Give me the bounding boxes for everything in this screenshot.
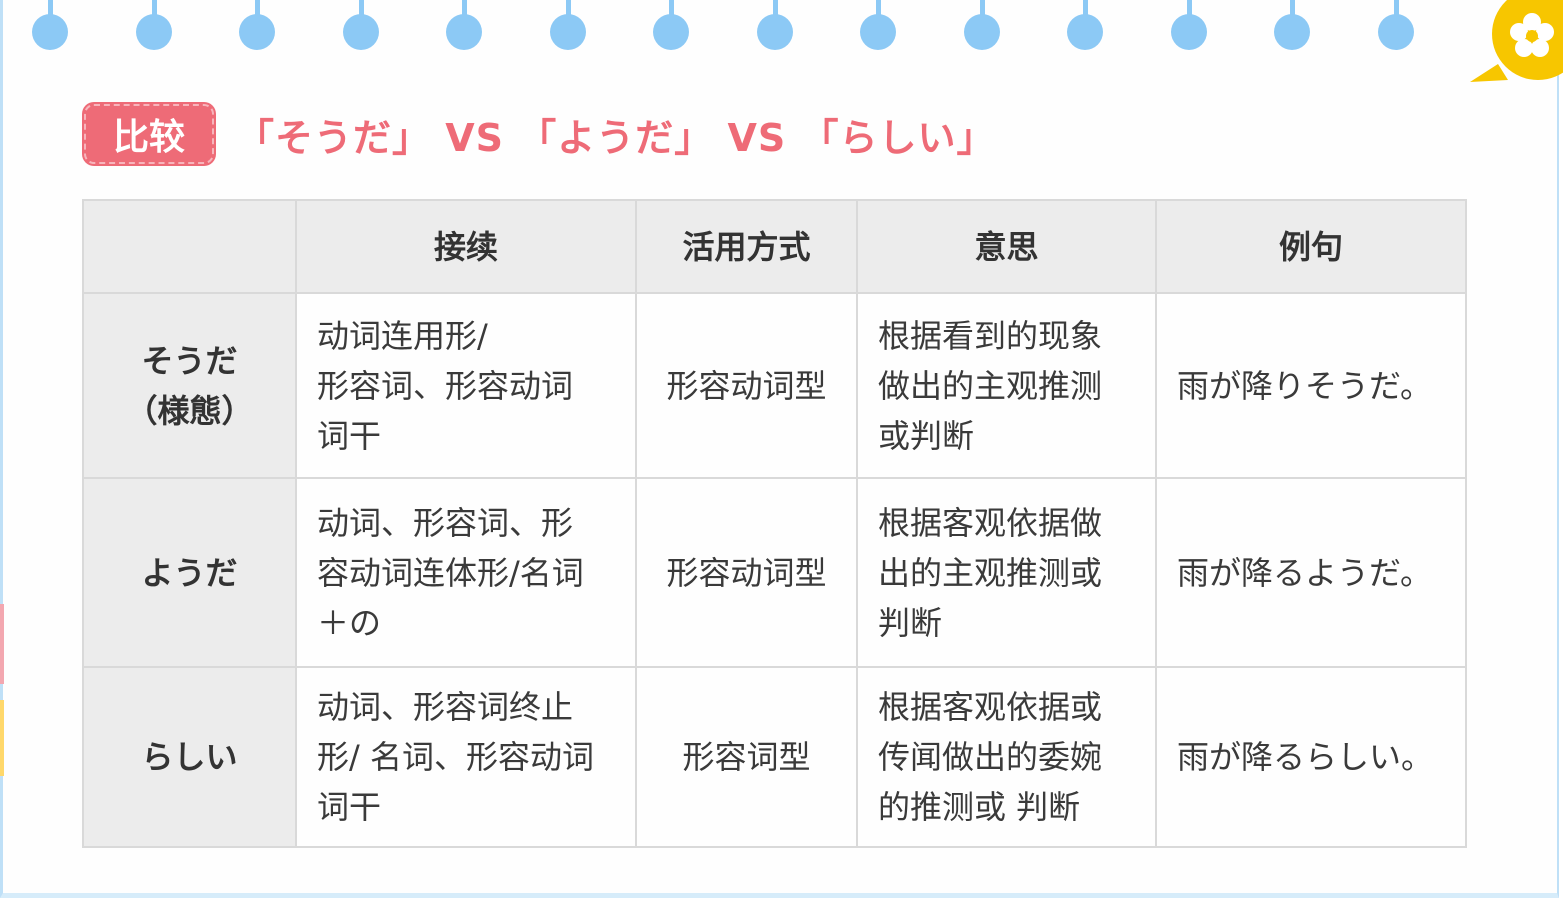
cell-meaning: 根据客观依据或 传闻做出的委婉 的推测或 判断 (856, 666, 1157, 848)
cell-meaning: 根据看到的现象 做出的主观推测 或判断 (856, 292, 1157, 479)
binder-ring-icon (550, 0, 586, 50)
binder-ring-icon (1378, 0, 1414, 50)
table-row: そうだ （様態） 动词连用形/ 形容词、形容动词 词干 形容动词型 根据看到的现… (82, 292, 1467, 479)
compare-tag: 比较 (84, 104, 214, 164)
header-connect: 接续 (295, 199, 637, 294)
header-conjugation: 活用方式 (635, 199, 858, 294)
binder-ring-icon (653, 0, 689, 50)
flower-badge-icon (1470, 0, 1563, 82)
section-title: 比较 「そうだ」 VS 「ようだ」 VS 「らしい」 (84, 102, 995, 166)
cell-example: 雨が降るようだ。 (1155, 477, 1467, 668)
edge-mark-yellow (0, 700, 4, 776)
edge-mark-pink (0, 604, 4, 684)
binder-ring-icon (757, 0, 793, 50)
cell-connect: 动词、形容词终止 形/ 名词、形容动词 词干 (295, 666, 637, 848)
header-blank (82, 199, 297, 294)
binder-ring-icon (343, 0, 379, 50)
row-head: らしい (82, 666, 297, 848)
binder-ring-icon (1171, 0, 1207, 50)
cell-connect: 动词、形容词、形 容动词连体形/名词 ＋の (295, 477, 637, 668)
row-head: ようだ (82, 477, 297, 668)
cell-conjugation: 形容词型 (635, 666, 858, 848)
binder-ring-icon (32, 0, 68, 50)
header-example: 例句 (1155, 199, 1467, 294)
binder-ring-icon (136, 0, 172, 50)
binder-ring-icon (1067, 0, 1103, 50)
cell-example: 雨が降るらしい。 (1155, 666, 1467, 848)
cell-meaning: 根据客观依据做 出的主观推测或 判断 (856, 477, 1157, 668)
binder-rings (0, 0, 1563, 60)
cell-connect: 动词连用形/ 形容词、形容动词 词干 (295, 292, 637, 479)
title-text: 「そうだ」 VS 「ようだ」 VS 「らしい」 (236, 115, 996, 160)
cell-conjugation: 形容动词型 (635, 292, 858, 479)
table-header-row: 接续 活用方式 意思 例句 (82, 199, 1467, 294)
table-row: ようだ 动词、形容词、形 容动词连体形/名词 ＋の 形容动词型 根据客观依据做 … (82, 477, 1467, 668)
cell-conjugation: 形容动词型 (635, 477, 858, 668)
binder-ring-icon (446, 0, 482, 50)
binder-ring-icon (964, 0, 1000, 50)
binder-ring-icon (239, 0, 275, 50)
cell-example: 雨が降りそうだ。 (1155, 292, 1467, 479)
comparison-table: 接续 活用方式 意思 例句 そうだ （様態） 动词连用形/ 形容词、形容动词 词… (82, 199, 1467, 848)
binder-ring-icon (1274, 0, 1310, 50)
row-head: そうだ （様態） (82, 292, 297, 479)
table-row: らしい 动词、形容词终止 形/ 名词、形容动词 词干 形容词型 根据客观依据或 … (82, 666, 1467, 848)
header-meaning: 意思 (856, 199, 1157, 294)
binder-ring-icon (860, 0, 896, 50)
